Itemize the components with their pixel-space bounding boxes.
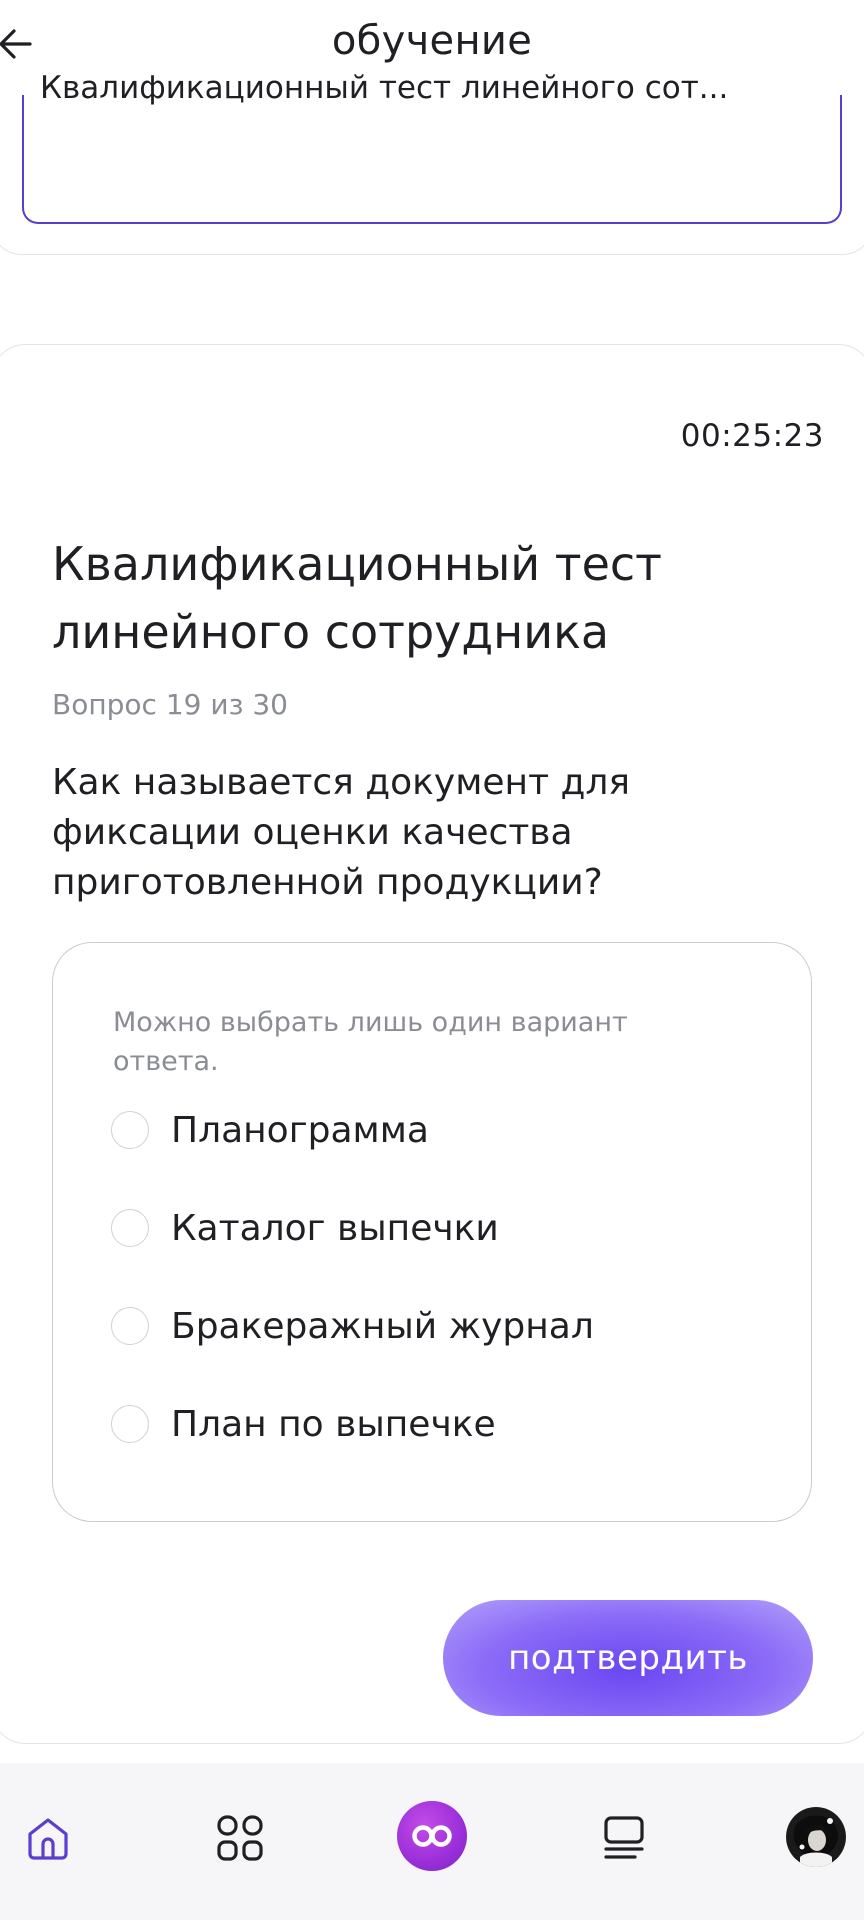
nav-courses[interactable]: [589, 1803, 659, 1873]
avatar[interactable]: [786, 1807, 846, 1867]
answer-option[interactable]: Планограмма: [111, 1100, 429, 1160]
course-select-value: Квалификационный тест линейного сот...: [40, 70, 729, 106]
options-hint: Можно выбрать лишь один вариант ответа.: [113, 1007, 628, 1077]
radio-button[interactable]: [111, 1111, 149, 1149]
answer-option[interactable]: Бракеражный журнал: [111, 1296, 594, 1356]
nav-home[interactable]: [13, 1803, 83, 1873]
nav-apps[interactable]: [205, 1803, 275, 1873]
courses-list-icon: [604, 1816, 644, 1859]
question-counter: Вопрос 19 из 30: [52, 688, 288, 721]
answer-option-label: Каталог выпечки: [171, 1207, 499, 1249]
question-text: Как называется документ для фиксации оце…: [52, 762, 631, 903]
profile-photo-icon: [786, 1807, 846, 1867]
infinity-icon: [412, 1825, 452, 1847]
quiz-title: Квалификационный тест линейного сотрудни…: [52, 537, 662, 659]
confirm-button[interactable]: подтвердить: [443, 1600, 813, 1716]
answer-options-box: Можно выбрать лишь один вариант ответа. …: [52, 942, 812, 1522]
home-icon: [28, 1818, 68, 1860]
radio-button[interactable]: [111, 1209, 149, 1247]
page-title: обучение: [331, 18, 533, 64]
answer-option-label: Бракеражный журнал: [171, 1305, 594, 1347]
answer-option[interactable]: Каталог выпечки: [111, 1198, 499, 1258]
apps-grid-icon: [217, 1815, 263, 1861]
answer-option[interactable]: План по выпечке: [111, 1394, 496, 1454]
answer-option-label: Планограмма: [171, 1109, 429, 1151]
quiz-timer: 00:25:23: [680, 418, 824, 454]
radio-button[interactable]: [111, 1307, 149, 1345]
nav-center-brand[interactable]: [397, 1801, 467, 1871]
radio-button[interactable]: [111, 1405, 149, 1443]
answer-option-label: План по выпечке: [171, 1403, 496, 1445]
bottom-navigation: [0, 1763, 864, 1920]
